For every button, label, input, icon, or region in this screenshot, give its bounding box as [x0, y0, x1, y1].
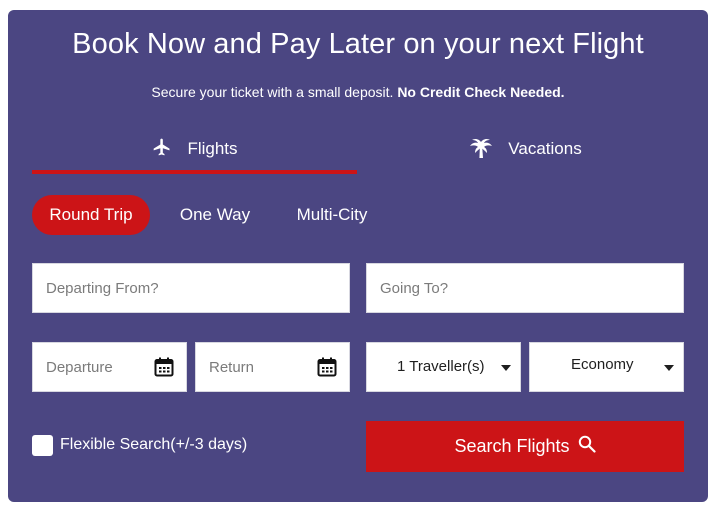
- chevron-down-icon: [664, 365, 674, 371]
- subtitle-emphasis: No Credit Check Needed.: [397, 84, 565, 100]
- cabin-class-value: Economy: [571, 356, 634, 373]
- departing-from-input[interactable]: [32, 263, 350, 313]
- calendar-icon[interactable]: [317, 357, 337, 382]
- subtitle-text: Secure your ticket with a small deposit.: [151, 84, 394, 100]
- search-flights-label: Search Flights: [454, 436, 570, 456]
- page-title: Book Now and Pay Later on your next Flig…: [72, 28, 644, 60]
- chevron-down-icon: [501, 365, 511, 371]
- flexible-search-checkbox[interactable]: [32, 435, 53, 456]
- flexible-search-label[interactable]: Flexible Search(+/-3 days): [60, 436, 247, 454]
- round-trip-button[interactable]: Round Trip: [32, 195, 150, 235]
- travellers-select[interactable]: 1 Traveller(s): [366, 342, 521, 392]
- page-subtitle: Secure your ticket with a small deposit.…: [0, 84, 716, 100]
- one-way-button[interactable]: One Way: [165, 195, 265, 235]
- search-icon: [570, 435, 596, 458]
- departure-date-input[interactable]: [33, 343, 169, 391]
- return-date-input[interactable]: [196, 343, 332, 391]
- going-to-input[interactable]: [366, 263, 684, 313]
- airplane-icon: [151, 137, 187, 162]
- active-tab-indicator: [32, 170, 357, 174]
- tab-vacations[interactable]: Vacations: [365, 124, 685, 174]
- tab-flights[interactable]: Flights: [32, 124, 357, 174]
- tab-vacations-label: Vacations: [508, 139, 582, 158]
- palm-tree-icon: [468, 135, 508, 164]
- calendar-icon[interactable]: [154, 357, 174, 382]
- tab-flights-label: Flights: [187, 139, 238, 158]
- multi-city-button[interactable]: Multi-City: [280, 195, 384, 235]
- search-flights-button[interactable]: Search Flights: [366, 421, 684, 472]
- departure-date-field[interactable]: [32, 342, 187, 392]
- travellers-value: 1 Traveller(s): [397, 358, 485, 375]
- return-date-field[interactable]: [195, 342, 350, 392]
- cabin-class-select[interactable]: Economy: [529, 342, 684, 392]
